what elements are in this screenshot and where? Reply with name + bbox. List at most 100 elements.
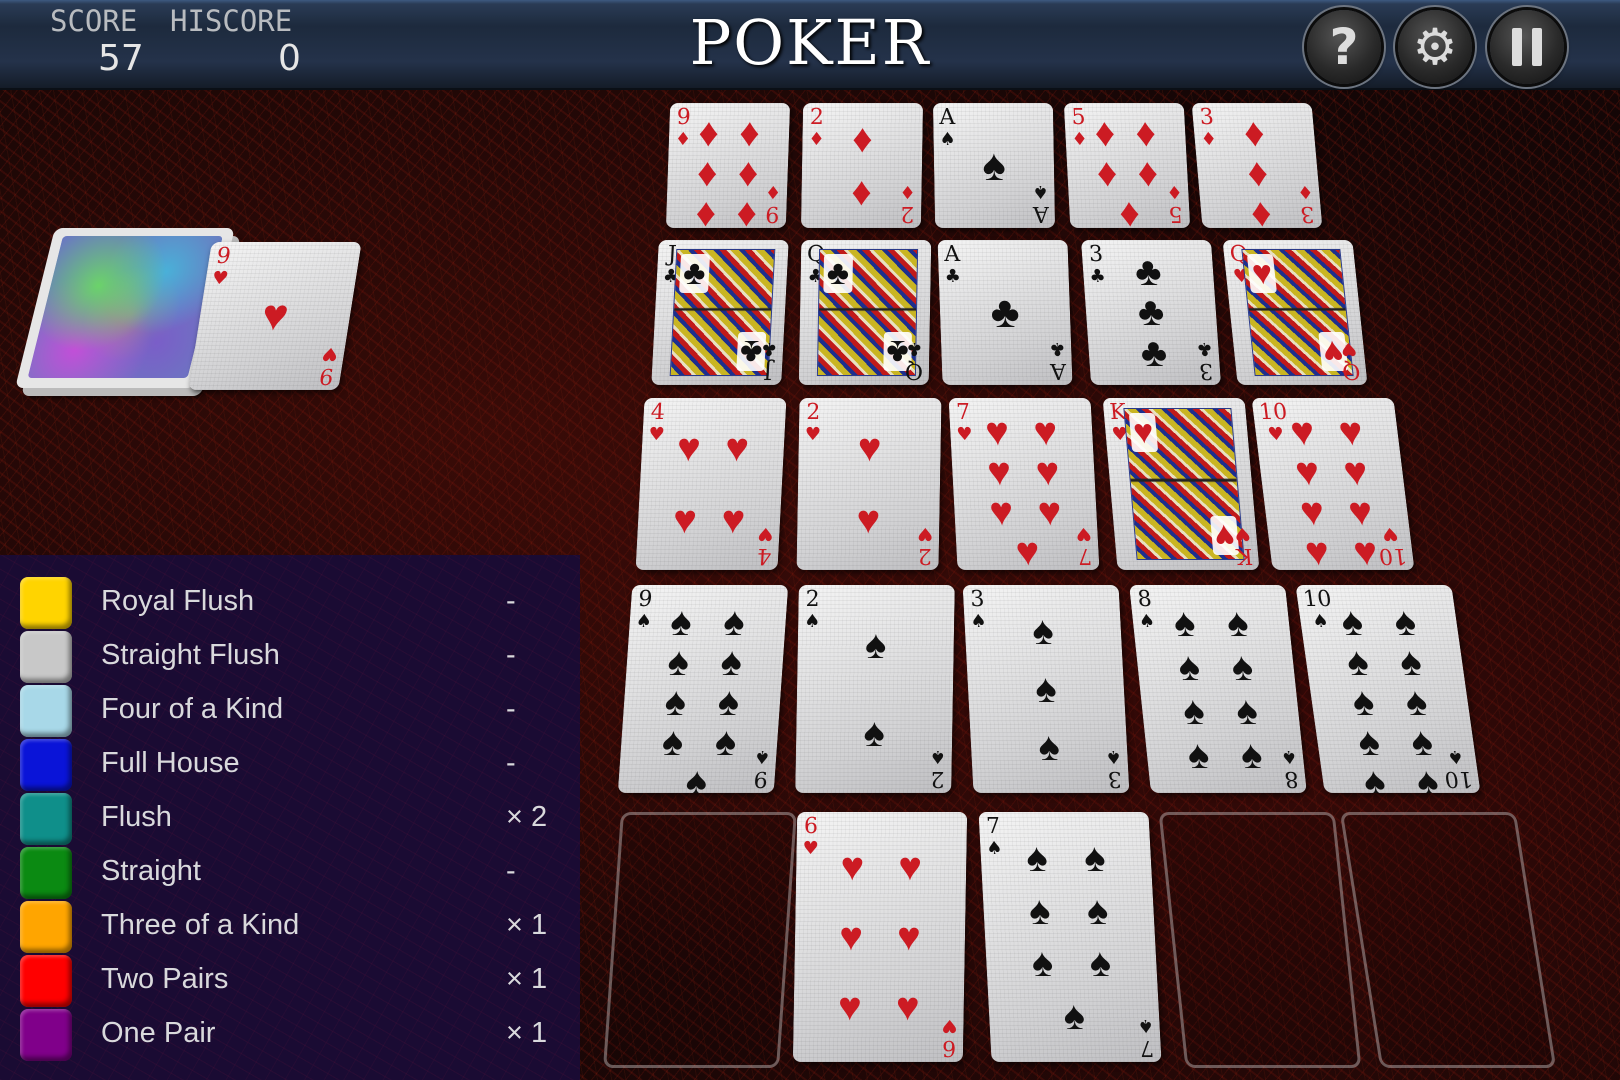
card-index-bottom: 10 ♥ (1377, 523, 1409, 568)
legend-hand-count: × 2 (506, 801, 548, 833)
legend-hand-name: Flush (101, 801, 172, 833)
top-bar: SCORE 57 HISCORE 0 POKER ? ⚙ (0, 0, 1620, 90)
suit-pip-icon: ♠ (666, 639, 691, 684)
card-pips: ♠ ♠ ♠ ♠ ♠ ♠ ♠ ♠ (1156, 601, 1280, 776)
card-pips: ♠ ♠ ♠ ♠ ♠ ♠ ♠ (1007, 832, 1134, 1042)
suit-pip-icon: ♦ (696, 151, 719, 195)
playing-card[interactable]: 3 ♦ ♦ ♦ ♦ 3 ♦ (1191, 103, 1323, 228)
playing-card[interactable]: 2 ♦ ♦ ♦ 2 ♦ (800, 103, 924, 228)
empty-card-slot[interactable] (1339, 812, 1557, 1068)
playing-card[interactable]: 7 ♥ ♥ ♥ ♥ ♥ ♥ ♥ ♥ 7 ♥ (948, 398, 1100, 570)
suit-pip-icon: ♠ (1027, 888, 1052, 933)
face-card-art: ♣ ♣ (669, 248, 776, 377)
suit-pip-icon: ♠ (864, 623, 887, 668)
suit-pip-icon: ♥ (1032, 409, 1059, 454)
settings-button[interactable]: ⚙ (1398, 10, 1472, 84)
help-button[interactable]: ? (1307, 10, 1381, 84)
current-card[interactable]: 9 ♥ ♥ 9 ♥ (188, 242, 362, 390)
suit-pip-icon: ♦ (1242, 111, 1267, 155)
card-pips: ♥ (214, 254, 336, 378)
card-pips: ♥ ♥ ♥ ♥ (659, 412, 763, 557)
legend-swatch (20, 901, 72, 953)
card-rank: 3 (1088, 242, 1104, 267)
suit-pip-icon: ♥ (724, 425, 751, 470)
suit-icon: ♥ (802, 838, 819, 859)
playing-card[interactable]: 6 ♥ ♥ ♥ ♥ ♥ ♥ ♥ 6 ♥ (792, 812, 968, 1062)
suit-pip-icon: ♠ (660, 719, 685, 764)
playing-card[interactable]: 2 ♠ ♠ ♠ 2 ♠ (795, 585, 955, 793)
empty-card-slot[interactable] (1158, 812, 1362, 1068)
pause-button[interactable] (1490, 10, 1564, 84)
card-pips: ♦ ♦ ♦ ♦ ♦ (1083, 111, 1170, 228)
suit-pip-icon: ♦ (1095, 151, 1119, 195)
suit-pip-icon: ♥ (1292, 449, 1322, 494)
suit-pip-icon: ♦ (1093, 111, 1117, 155)
legend-swatch (20, 577, 72, 629)
playing-card[interactable]: 4 ♥ ♥ ♥ ♥ ♥ 4 ♥ (635, 398, 787, 570)
suit-pip-icon: ♥ (897, 845, 923, 889)
card-pips: ♥ ♥ ♥ ♥ ♥ ♥ ♥ (972, 409, 1076, 570)
card-rank: 6 (803, 814, 819, 839)
playing-card[interactable]: 2 ♥ ♥ ♥ 2 ♥ (796, 398, 942, 570)
suit-pip-icon: ♠ (669, 599, 694, 644)
playing-card[interactable]: 10 ♠ ♠ ♠ ♠ ♠ ♠ ♠ ♠ ♠ ♠ ♠ 10 ♠ (1295, 585, 1481, 793)
playing-card[interactable]: Q ♣ ♣ ♣ Q ♣ (798, 240, 932, 385)
card-index-bottom: 8 ♠ (1279, 746, 1300, 791)
card-index-bottom: 9 ♠ (752, 746, 772, 791)
suit-pip-icon: ♠ (1391, 599, 1419, 644)
suit-pip-icon: ♦ (1249, 191, 1274, 228)
card-index-top: 7 ♥ (955, 400, 973, 446)
suit-pip-icon: ♠ (1408, 719, 1436, 764)
legend-row: Royal Flush - (20, 575, 560, 629)
playing-card[interactable]: 9♦♦♦♦♦♦♦♦♦♦9♦ (665, 103, 791, 228)
suit-pip-icon: ♦ (1245, 151, 1270, 195)
suit-pip-icon: ♠ (1030, 941, 1055, 986)
suit-pip-icon: ♥ (840, 845, 865, 889)
card-rank: 2 (806, 400, 821, 425)
playing-card[interactable]: 9 ♠ ♠ ♠ ♠ ♠ ♠ ♠ ♠ ♠ ♠ 9 ♠ (617, 585, 789, 793)
suit-pip-icon: ♥ (1302, 529, 1332, 570)
suit-pip-icon: ♠ (1229, 645, 1256, 690)
face-card-art: ♣ ♣ (817, 248, 919, 377)
playing-card[interactable]: 10♥♥♥♥♥♥♥♥♥♥♥10♥ (1251, 398, 1415, 570)
suit-icon: ♥ (804, 424, 822, 445)
card-pips: ♠ (952, 113, 1035, 218)
card-index-bottom: 2 ♥ (916, 523, 934, 568)
suit-pip-icon: ♠ (1343, 639, 1372, 684)
legend-swatch (20, 631, 72, 683)
empty-card-slot[interactable] (603, 812, 797, 1068)
card-pips: ♠ ♠ ♠ ♠ ♠ ♠ ♠ ♠ ♠ ♠ (1323, 599, 1454, 793)
playing-card[interactable]: 3 ♣ ♣ ♣ ♣ 3 ♣ (1080, 240, 1222, 385)
suit-pip-icon: ♥ (671, 498, 698, 543)
playing-card[interactable]: K ♥ ♥ ♥ K ♥ (1102, 398, 1260, 570)
playing-card[interactable]: 5 ♦ ♦ ♦ ♦ ♦ ♦ 5 ♦ (1063, 103, 1191, 228)
card-pips: ♥ ♥ ♥ ♥ ♥ ♥ (820, 832, 939, 1042)
card-pips: ♠ ♠ (820, 602, 929, 777)
playing-card[interactable]: A ♣ ♣ A ♣ (937, 240, 1073, 385)
card-index-bottom: A ♠ (1032, 181, 1049, 226)
suit-pip-icon: ♣ (1133, 249, 1163, 294)
card-index-top: 4 ♥ (648, 400, 666, 446)
playing-card[interactable]: A ♠ ♠ A ♠ (932, 103, 1056, 228)
card-index-bottom: 2 ♦ (899, 181, 916, 226)
legend-row: Straight - (20, 845, 560, 899)
legend-hand-count: - (506, 639, 516, 671)
suit-pip-icon: ♠ (1180, 688, 1207, 733)
card-rank: 3 (969, 587, 986, 612)
card-index-bottom: 10 ♠ (1442, 746, 1475, 791)
suit-pip-icon: ♥ (1034, 449, 1061, 494)
card-rank: 9 (214, 244, 233, 269)
suit-pip-icon: ♠ (713, 719, 738, 764)
card-index-bottom: 6 ♥ (941, 1015, 958, 1060)
playing-card[interactable]: Q ♥ ♥ ♥ Q ♥ (1222, 240, 1368, 385)
playing-card[interactable]: 3 ♠ ♠ ♠ ♠ 3 ♠ (962, 585, 1130, 793)
card-index-bottom: J ♣ (760, 338, 778, 383)
legend-hand-count: - (506, 747, 516, 779)
legend-hand-name: One Pair (101, 1017, 216, 1049)
playing-card[interactable]: J ♣ ♣ ♣ J ♣ (651, 240, 789, 385)
playing-card[interactable]: 8 ♠ ♠ ♠ ♠ ♠ ♠ ♠ ♠ ♠ 8 ♠ (1129, 585, 1307, 793)
card-index-bottom: 3 ♦ (1296, 181, 1316, 226)
suit-pip-icon: ♠ (663, 679, 688, 724)
legend-hand-name: Royal Flush (101, 585, 255, 617)
playing-card[interactable]: 7 ♠ ♠ ♠ ♠ ♠ ♠ ♠ ♠ 7 ♠ (978, 812, 1162, 1062)
